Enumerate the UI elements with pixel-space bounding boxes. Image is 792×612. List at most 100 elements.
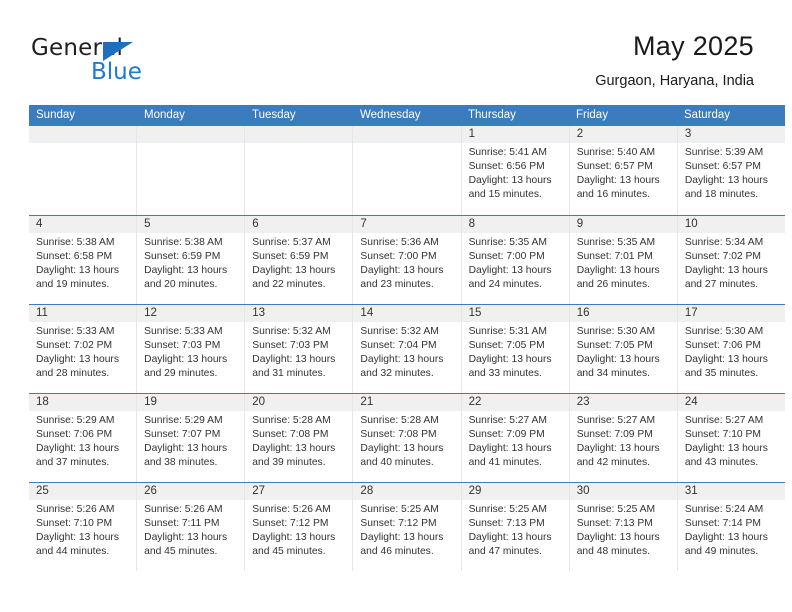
day-cell-28[interactable]: 28 Sunrise: 5:25 AM Sunset: 7:12 PM Dayligh…: [353, 483, 462, 571]
day-cell-21[interactable]: 21 Sunrise: 5:28 AM Sunset: 7:08 PM Dayligh…: [353, 394, 462, 482]
day-detail-line: and 45 minutes.: [252, 546, 326, 558]
day-detail-line: Sunrise: 5:26 AM: [36, 504, 115, 515]
day-cell-18[interactable]: 18 Sunrise: 5:29 AM Sunset: 7:06 PM Dayligh…: [29, 394, 138, 482]
day-cell-1[interactable]: 1 Sunrise: 5:41 AM Sunset: 6:56 PM Daylight…: [461, 126, 570, 215]
day-detail-line: and 44 minutes.: [36, 546, 110, 558]
day-detail-line: Sunset: 7:02 PM: [36, 340, 113, 352]
weekday-header-row: Sunday Monday Tuesday Wednesday Thursday Frid…: [29, 105, 785, 126]
day-detail-line: Daylight: 13 hours: [684, 354, 768, 366]
day-detail-line: and 43 minutes.: [684, 457, 759, 469]
day-detail-line: and 45 minutes.: [144, 546, 218, 558]
day-cell-3[interactable]: 3 Sunrise: 5:39 AM Sunset: 6:57 PM Daylight…: [677, 126, 785, 215]
day-cell-25[interactable]: 25 Sunrise: 5:26 AM Sunset: 7:10 PM Dayligh…: [29, 483, 138, 571]
day-detail-line: Sunset: 7:10 PM: [36, 518, 113, 530]
day-details: Sunrise: 5:30 AM Sunset: 7:06 PM Daylight:…: [678, 322, 785, 393]
day-cell-27[interactable]: 27 Sunrise: 5:26 AM Sunset: 7:12 PM Dayligh…: [245, 483, 354, 571]
day-cell-24[interactable]: 24 Sunrise: 5:27 AM Sunset: 7:10 PM Dayligh…: [677, 394, 785, 482]
day-number: 24: [677, 394, 785, 411]
day-detail-line: and 38 minutes.: [144, 457, 218, 469]
weekday-header-friday: Friday: [576, 109, 608, 121]
day-cell-20[interactable]: 20 Sunrise: 5:28 AM Sunset: 7:08 PM Dayligh…: [245, 394, 354, 482]
day-cell-empty: [29, 126, 138, 215]
day-detail-line: and 23 minutes.: [360, 279, 434, 291]
day-detail-line: and 37 minutes.: [36, 457, 110, 469]
day-detail-line: Sunset: 7:00 PM: [360, 251, 437, 263]
day-detail-line: Daylight: 13 hours: [360, 354, 444, 366]
day-number: 4: [29, 216, 137, 233]
day-details: Sunrise: 5:35 AM Sunset: 7:00 PM Daylight:…: [462, 233, 569, 304]
day-detail-line: Sunset: 7:05 PM: [468, 340, 545, 352]
day-number: 17: [677, 305, 785, 322]
day-detail-line: Daylight: 13 hours: [144, 443, 228, 455]
day-cell-5[interactable]: 5 Sunrise: 5:38 AM Sunset: 6:59 PM Daylight…: [137, 216, 246, 304]
day-detail-line: Daylight: 13 hours: [360, 532, 444, 544]
day-number: 20: [245, 394, 353, 411]
day-detail-line: Daylight: 13 hours: [144, 532, 228, 544]
day-cell-23[interactable]: 23 Sunrise: 5:27 AM Sunset: 7:09 PM Dayligh…: [569, 394, 678, 482]
day-cell-15[interactable]: 15 Sunrise: 5:31 AM Sunset: 7:05 PM Dayligh…: [461, 305, 570, 393]
day-cell-11[interactable]: 11 Sunrise: 5:33 AM Sunset: 7:02 PM Dayligh…: [29, 305, 138, 393]
day-cell-8[interactable]: 8 Sunrise: 5:35 AM Sunset: 7:00 PM Daylight…: [461, 216, 570, 304]
day-detail-line: Sunset: 7:10 PM: [684, 429, 761, 441]
day-detail-line: and 19 minutes.: [36, 279, 110, 291]
calendar-week-row: 1 Sunrise: 5:41 AM Sunset: 6:56 PM Daylight…: [29, 126, 785, 215]
day-number: 22: [461, 394, 569, 411]
day-cell-17[interactable]: 17 Sunrise: 5:30 AM Sunset: 7:06 PM Dayligh…: [677, 305, 785, 393]
day-cell-19[interactable]: 19 Sunrise: 5:29 AM Sunset: 7:07 PM Dayligh…: [137, 394, 246, 482]
day-cell-31[interactable]: 31 Sunrise: 5:24 AM Sunset: 7:14 PM Dayligh…: [677, 483, 785, 571]
day-detail-line: Sunset: 7:05 PM: [576, 340, 653, 352]
day-cell-22[interactable]: 22 Sunrise: 5:27 AM Sunset: 7:09 PM Dayligh…: [461, 394, 570, 482]
day-cell-29[interactable]: 29 Sunrise: 5:25 AM Sunset: 7:13 PM Dayligh…: [461, 483, 570, 571]
day-details: Sunrise: 5:27 AM Sunset: 7:09 PM Daylight:…: [462, 411, 569, 482]
day-details: Sunrise: 5:25 AM Sunset: 7:12 PM Daylight:…: [353, 500, 460, 571]
day-number: 16: [569, 305, 677, 322]
day-number: 7: [353, 216, 461, 233]
day-detail-line: Daylight: 13 hours: [36, 443, 119, 455]
day-detail-line: Sunrise: 5:35 AM: [576, 237, 656, 248]
day-number: [137, 126, 245, 143]
day-detail-line: Sunrise: 5:33 AM: [144, 326, 223, 337]
general-blue-logo[interactable]: General Blue: [31, 36, 211, 88]
day-detail-line: Sunset: 7:08 PM: [252, 429, 329, 441]
day-cell-7[interactable]: 7 Sunrise: 5:36 AM Sunset: 7:00 PM Daylight…: [353, 216, 462, 304]
day-detail-line: Daylight: 13 hours: [468, 532, 552, 544]
day-detail-line: Sunset: 6:57 PM: [576, 161, 653, 173]
day-detail-line: Sunrise: 5:28 AM: [360, 415, 439, 426]
day-detail-line: Sunrise: 5:30 AM: [684, 326, 764, 337]
day-number: 11: [29, 305, 137, 322]
day-cell-30[interactable]: 30 Sunrise: 5:25 AM Sunset: 7:13 PM Dayligh…: [569, 483, 678, 571]
day-detail-line: Daylight: 13 hours: [252, 532, 336, 544]
day-detail-line: and 15 minutes.: [468, 189, 542, 201]
day-number: 14: [353, 305, 461, 322]
day-detail-line: and 34 minutes.: [576, 368, 650, 380]
day-details: [245, 143, 352, 215]
day-details: Sunrise: 5:32 AM Sunset: 7:03 PM Daylight:…: [245, 322, 352, 393]
day-cell-4[interactable]: 4 Sunrise: 5:38 AM Sunset: 6:58 PM Daylight…: [29, 216, 138, 304]
day-detail-line: and 48 minutes.: [576, 546, 650, 558]
day-detail-line: Sunrise: 5:40 AM: [576, 147, 656, 158]
weekday-header-tuesday: Tuesday: [252, 109, 296, 121]
day-cell-empty: [353, 126, 462, 215]
day-detail-line: Daylight: 13 hours: [252, 443, 336, 455]
day-details: Sunrise: 5:29 AM Sunset: 7:06 PM Daylight:…: [29, 411, 136, 482]
day-detail-line: Sunrise: 5:41 AM: [468, 147, 547, 158]
day-cell-empty: [137, 126, 246, 215]
day-cell-13[interactable]: 13 Sunrise: 5:32 AM Sunset: 7:03 PM Dayligh…: [245, 305, 354, 393]
day-detail-line: Daylight: 13 hours: [468, 265, 552, 277]
logo-text-blue: Blue: [91, 59, 142, 85]
day-cell-2[interactable]: 2 Sunrise: 5:40 AM Sunset: 6:57 PM Daylight…: [569, 126, 678, 215]
day-cell-12[interactable]: 12 Sunrise: 5:33 AM Sunset: 7:03 PM Dayligh…: [137, 305, 246, 393]
day-cell-6[interactable]: 6 Sunrise: 5:37 AM Sunset: 6:59 PM Daylight…: [245, 216, 354, 304]
day-cell-14[interactable]: 14 Sunrise: 5:32 AM Sunset: 7:04 PM Dayligh…: [353, 305, 462, 393]
day-detail-line: Daylight: 13 hours: [576, 265, 660, 277]
day-details: Sunrise: 5:25 AM Sunset: 7:13 PM Daylight:…: [570, 500, 677, 571]
day-detail-line: and 27 minutes.: [684, 279, 759, 291]
day-number: 2: [569, 126, 677, 143]
day-cell-9[interactable]: 9 Sunrise: 5:35 AM Sunset: 7:01 PM Daylight…: [569, 216, 678, 304]
day-cell-10[interactable]: 10 Sunrise: 5:34 AM Sunset: 7:02 PM Dayligh…: [677, 216, 785, 304]
day-cell-16[interactable]: 16 Sunrise: 5:30 AM Sunset: 7:05 PM Dayligh…: [569, 305, 678, 393]
day-cell-26[interactable]: 26 Sunrise: 5:26 AM Sunset: 7:11 PM Dayligh…: [137, 483, 246, 571]
day-detail-line: and 16 minutes.: [576, 189, 650, 201]
day-detail-line: Daylight: 13 hours: [468, 354, 552, 366]
day-detail-line: Sunset: 7:06 PM: [684, 340, 761, 352]
